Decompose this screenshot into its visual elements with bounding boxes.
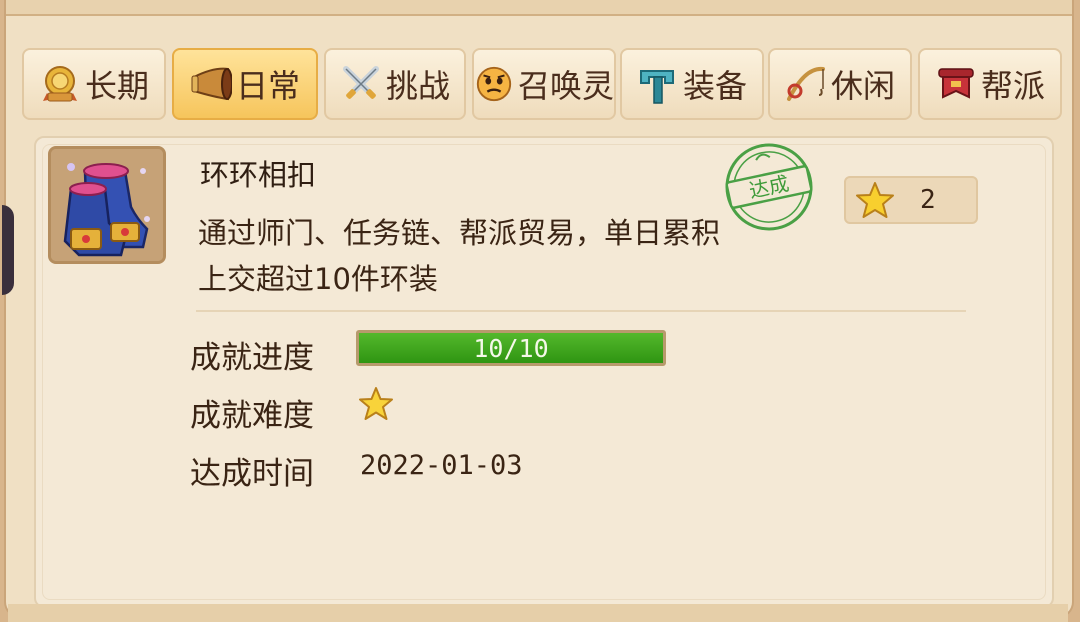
difficulty-label: 成就难度	[190, 398, 314, 434]
face-icon	[476, 66, 512, 102]
divider	[196, 310, 966, 312]
tab-leisure[interactable]: 休闲	[768, 48, 912, 120]
achievement-description: 通过师门、任务链、帮派贸易，单日累积上交超过10件环装	[198, 216, 721, 296]
banner-icon	[938, 68, 974, 99]
tab-long-term[interactable]: 长期	[22, 48, 166, 120]
star-icon	[856, 182, 894, 218]
tab-label: 休闲	[830, 67, 895, 105]
tab-challenge[interactable]: 挑战	[324, 48, 466, 120]
fishing-rod-icon	[786, 66, 825, 101]
tab-summon[interactable]: 召唤灵	[472, 48, 616, 120]
medal-icon	[42, 66, 77, 102]
stamp-seal-icon: 达成	[725, 143, 813, 231]
progress-label: 成就进度	[190, 340, 314, 376]
boots-icon	[51, 149, 163, 261]
tab-label: 召唤灵	[517, 67, 614, 105]
reward-count: 2	[920, 185, 936, 215]
horn-icon	[191, 67, 232, 101]
achievement-card[interactable]: 环环相扣 通过师门、任务链、帮派贸易，单日累积上交超过10件环装 达成 2 成就…	[34, 136, 1054, 608]
completion-date: 2022-01-03	[360, 450, 523, 481]
crossed-swords-icon	[342, 66, 379, 99]
tab-label: 长期	[84, 67, 149, 105]
completed-stamp: 达成	[713, 131, 824, 242]
hammer-icon	[639, 70, 674, 104]
window-bottom-edge	[8, 604, 1068, 622]
reward-badge: 2	[844, 176, 978, 224]
difficulty-star-icon	[359, 387, 393, 420]
category-tabs: 长期 日常 挑战 召唤灵 装备 休闲 帮派	[22, 48, 1062, 124]
progress-text: 10/10	[473, 333, 549, 363]
tab-label: 挑战	[385, 67, 450, 105]
tab-guild[interactable]: 帮派	[918, 48, 1062, 120]
achievement-window: 长期 日常 挑战 召唤灵 装备 休闲 帮派 环环相扣 通过师门、任务链、帮派贸易…	[2, 0, 1074, 618]
window-top-edge	[6, 0, 1072, 16]
side-handle	[2, 205, 14, 295]
achievement-item-frame	[48, 146, 166, 264]
tab-label: 帮派	[980, 67, 1045, 105]
achievement-title: 环环相扣	[200, 158, 317, 192]
tab-label: 装备	[682, 67, 747, 105]
tab-label: 日常	[235, 67, 300, 105]
time-label: 达成时间	[190, 456, 314, 492]
tab-equipment[interactable]: 装备	[620, 48, 764, 120]
tab-daily[interactable]: 日常	[172, 48, 318, 120]
progress-bar: 10/10	[356, 330, 666, 366]
